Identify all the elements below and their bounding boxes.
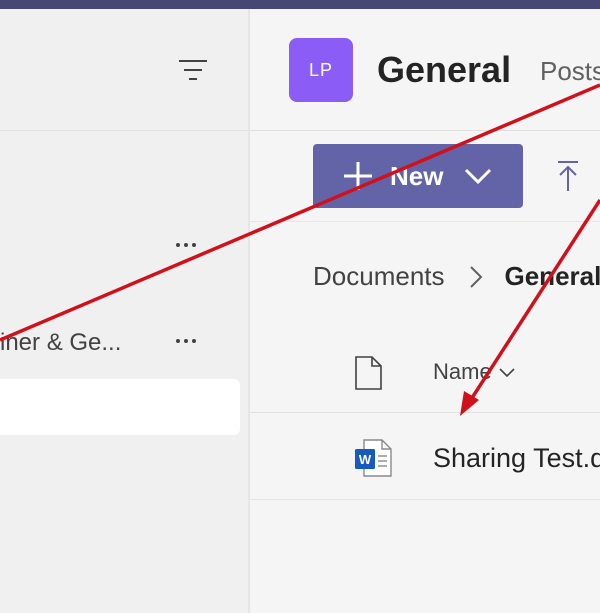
toolbar-divider bbox=[250, 221, 600, 222]
more-horizontal-icon bbox=[176, 235, 210, 255]
team-avatar: LP bbox=[289, 38, 353, 102]
column-header-name-label: Name bbox=[433, 359, 492, 384]
file-row[interactable]: W Sharing Test.docx bbox=[250, 413, 600, 499]
column-header-name[interactable]: Name bbox=[433, 359, 516, 385]
channel-list-header bbox=[0, 9, 248, 131]
channel-list-item-label[interactable]: iner & Ge... bbox=[0, 329, 121, 357]
teams-channel-list: iner & Ge... bbox=[0, 9, 248, 613]
more-horizontal-icon bbox=[176, 331, 210, 351]
chevron-down-icon bbox=[499, 368, 515, 378]
header-divider bbox=[250, 130, 600, 131]
app-top-bar bbox=[0, 0, 600, 9]
new-button[interactable]: New bbox=[313, 144, 523, 208]
breadcrumb-documents[interactable]: Documents bbox=[313, 261, 445, 292]
upload-icon[interactable] bbox=[556, 160, 580, 192]
channel-more-options-button[interactable] bbox=[176, 331, 210, 351]
row-divider bbox=[250, 499, 600, 500]
plus-icon bbox=[344, 162, 372, 190]
word-document-icon: W bbox=[355, 439, 392, 477]
svg-text:W: W bbox=[359, 452, 372, 467]
channel-files-view: LP General Posts New Documents General N… bbox=[250, 9, 600, 613]
chevron-right-icon bbox=[469, 265, 482, 288]
file-name[interactable]: Sharing Test.docx bbox=[433, 443, 600, 474]
new-button-label: New bbox=[390, 161, 444, 191]
chevron-down-icon bbox=[464, 168, 492, 185]
channel-title: General bbox=[377, 49, 512, 90]
file-type-column-icon bbox=[355, 356, 382, 390]
tab-posts[interactable]: Posts bbox=[540, 56, 600, 87]
breadcrumb-current: General bbox=[504, 261, 600, 291]
filter-icon[interactable] bbox=[178, 58, 208, 82]
breadcrumb: Documents General bbox=[313, 261, 600, 292]
channel-more-options-button[interactable] bbox=[176, 235, 210, 255]
selected-channel-item[interactable] bbox=[0, 379, 240, 435]
